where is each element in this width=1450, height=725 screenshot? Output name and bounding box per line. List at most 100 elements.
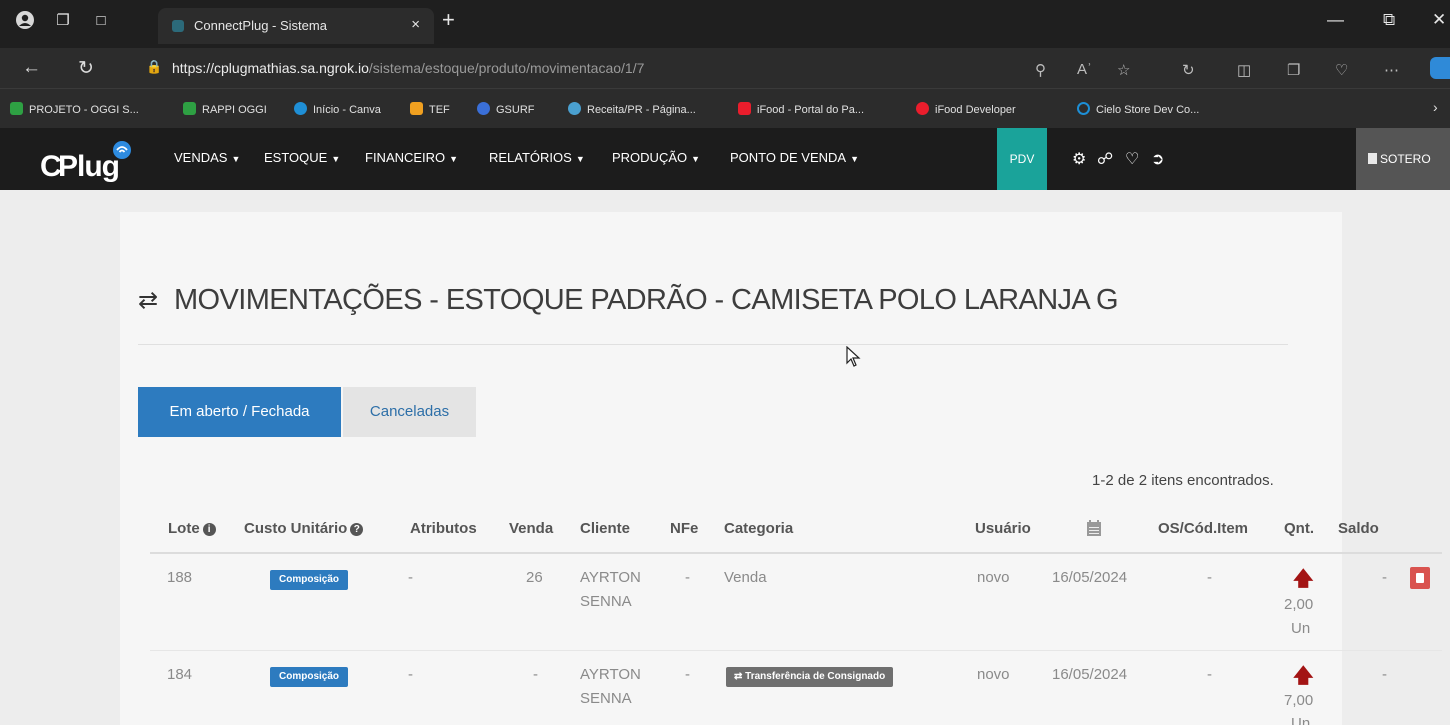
bookmark-item[interactable]: iFood Developer	[916, 102, 1016, 116]
close-window-icon[interactable]: ✕	[1432, 10, 1446, 30]
col-saldo[interactable]: Saldo	[1338, 520, 1379, 537]
mouse-cursor-icon	[846, 346, 861, 367]
tab-canceladas[interactable]: Canceladas	[343, 387, 476, 437]
copilot-icon[interactable]	[1430, 57, 1450, 79]
col-os-cod-item[interactable]: OS/Cód.Item	[1158, 520, 1248, 537]
col-custo-unitario[interactable]: Custo Unitário?	[244, 520, 364, 537]
browser-titlebar: ❐ □ ConnectPlug - Sistema × + — ⧉ ✕	[0, 0, 1450, 48]
user-menu[interactable]: SOTERO	[1356, 128, 1450, 190]
cell-lote: 184	[167, 666, 193, 683]
row-divider	[150, 650, 1442, 651]
question-circle-icon[interactable]: ?	[350, 523, 364, 536]
page-background	[0, 190, 1450, 725]
bell-icon[interactable]: ♡	[1125, 149, 1139, 169]
caret-down-icon: ▼	[231, 154, 241, 164]
tab-close-icon[interactable]: ×	[411, 16, 420, 33]
col-categoria[interactable]: Categoria	[724, 520, 793, 537]
minimize-icon[interactable]: —	[1327, 10, 1344, 30]
menu-label: RELATÓRIOS	[489, 150, 572, 165]
read-aloud-icon[interactable]: Aʾ	[1077, 61, 1092, 78]
bookmark-item[interactable]: GSURF	[477, 102, 535, 116]
arrow-up-icon: 🡅	[1293, 568, 1314, 590]
col-atributos[interactable]: Atributos	[410, 520, 477, 537]
menu-producao[interactable]: PRODUÇÃO ▼	[612, 150, 700, 165]
bookmark-item[interactable]: Cielo Store Dev Co...	[1077, 102, 1199, 116]
menu-relatorios[interactable]: RELATÓRIOS ▼	[489, 150, 585, 165]
menu-ponto-de-venda[interactable]: PONTO DE VENDA ▼	[730, 150, 859, 165]
col-qnt[interactable]: Qnt.	[1284, 520, 1314, 537]
bookmark-label: GSURF	[496, 104, 535, 116]
url-field[interactable]: 🔒 https://cplugmathias.sa.ngrok.io/siste…	[132, 52, 992, 84]
gear-icon[interactable]: ⚙	[1072, 149, 1086, 169]
browser-tab-active[interactable]: ConnectPlug - Sistema ×	[158, 8, 434, 44]
lock-icon: 🔒	[146, 59, 163, 74]
svg-text:Plug: Plug	[58, 150, 119, 182]
cell-os-cod-item: -	[1207, 569, 1212, 586]
cell-venda: -	[533, 666, 538, 683]
bookmark-favicon-icon	[183, 102, 196, 115]
bookmarks-overflow-icon[interactable]: ›	[1433, 99, 1438, 115]
bookmark-label: iFood - Portal do Pa...	[757, 104, 864, 116]
refresh-icon[interactable]: ↻	[78, 57, 94, 80]
badge-transferencia-consignado: ⇄ Transferência de Consignado	[726, 667, 894, 687]
tab-actions-icon[interactable]: □	[90, 10, 112, 32]
bookmarks-bar: PROJETO - OGGI S... RAPPI OGGI Início - …	[0, 88, 1450, 128]
cell-lote: 188	[167, 569, 193, 586]
workspaces-icon[interactable]: ❐	[52, 10, 74, 32]
col-lote[interactable]: Lote i	[168, 520, 216, 537]
bookmark-item[interactable]: Início - Canva	[294, 102, 381, 116]
col-label: Custo Unitário	[244, 520, 348, 537]
profile-icon[interactable]	[14, 10, 36, 32]
bookmark-label: PROJETO - OGGI S...	[29, 104, 139, 116]
info-circle-icon[interactable]: i	[202, 523, 216, 536]
tab-em-aberto-fechada[interactable]: Em aberto / Fechada	[138, 387, 341, 437]
menu-financeiro[interactable]: FINANCEIRO ▼	[365, 150, 458, 165]
col-cliente[interactable]: Cliente	[580, 520, 630, 537]
headset-icon[interactable]: ☍	[1097, 149, 1113, 169]
badge-composicao[interactable]: Composição	[270, 667, 349, 687]
bookmark-item[interactable]: PROJETO - OGGI S...	[10, 102, 139, 116]
logout-icon[interactable]: ➲	[1151, 149, 1164, 169]
cell-os-cod-item: -	[1207, 666, 1212, 683]
bookmark-label: Início - Canva	[313, 104, 381, 116]
tab-title: ConnectPlug - Sistema	[194, 18, 327, 33]
bookmark-item[interactable]: iFood - Portal do Pa...	[738, 102, 864, 116]
menu-vendas[interactable]: VENDAS ▼	[174, 150, 240, 165]
new-tab-button[interactable]: +	[442, 9, 455, 31]
cell-venda[interactable]: 26	[526, 567, 543, 589]
bookmark-favicon-icon	[916, 102, 929, 115]
delete-button[interactable]	[1410, 567, 1430, 589]
address-bar-row: ← ↻ 🔒 https://cplugmathias.sa.ngrok.io/s…	[0, 48, 1450, 88]
favorite-star-icon[interactable]: ☆	[1117, 61, 1130, 79]
table-header-divider	[150, 552, 1442, 554]
health-icon[interactable]: ♡	[1335, 61, 1348, 79]
more-menu-icon[interactable]: ⋯	[1384, 61, 1399, 79]
cell-qnt-unit: Un	[1291, 620, 1311, 637]
restore-icon[interactable]: ⧉	[1383, 10, 1395, 30]
bookmark-item[interactable]: RAPPI OGGI	[183, 102, 267, 116]
cell-usuario: novo	[977, 569, 1010, 586]
extension-icon[interactable]: ↻	[1182, 61, 1195, 79]
calendar-icon[interactable]	[1087, 520, 1101, 540]
col-usuario[interactable]: Usuário	[975, 520, 1031, 537]
zoom-icon[interactable]: ⚲	[1035, 61, 1046, 79]
pdv-button[interactable]: PDV	[997, 128, 1047, 190]
collections-icon[interactable]: ❐	[1287, 61, 1300, 79]
badge-label: Transferência de Consignado	[745, 671, 886, 682]
cell-atributos: -	[408, 569, 413, 586]
menu-estoque[interactable]: ESTOQUE ▼	[264, 150, 340, 165]
bookmark-item[interactable]: Receita/PR - Página...	[568, 102, 696, 116]
badge-composicao[interactable]: Composição	[270, 570, 349, 590]
cell-categoria: Venda	[724, 569, 767, 586]
bookmark-item[interactable]: TEF	[410, 102, 450, 116]
cell-cliente-line2: SENNA	[580, 690, 632, 707]
cell-data: 16/05/2024	[1052, 666, 1128, 683]
transfer-icon: ⇄	[734, 671, 746, 682]
col-label: Lote	[168, 520, 200, 537]
bookmark-favicon-icon	[738, 102, 751, 115]
col-venda[interactable]: Venda	[509, 520, 553, 537]
col-nfe[interactable]: NFe	[670, 520, 698, 537]
back-icon[interactable]: ←	[22, 57, 41, 79]
cplug-logo[interactable]: C Plug	[40, 138, 144, 182]
split-screen-icon[interactable]: ◫	[1237, 61, 1251, 79]
